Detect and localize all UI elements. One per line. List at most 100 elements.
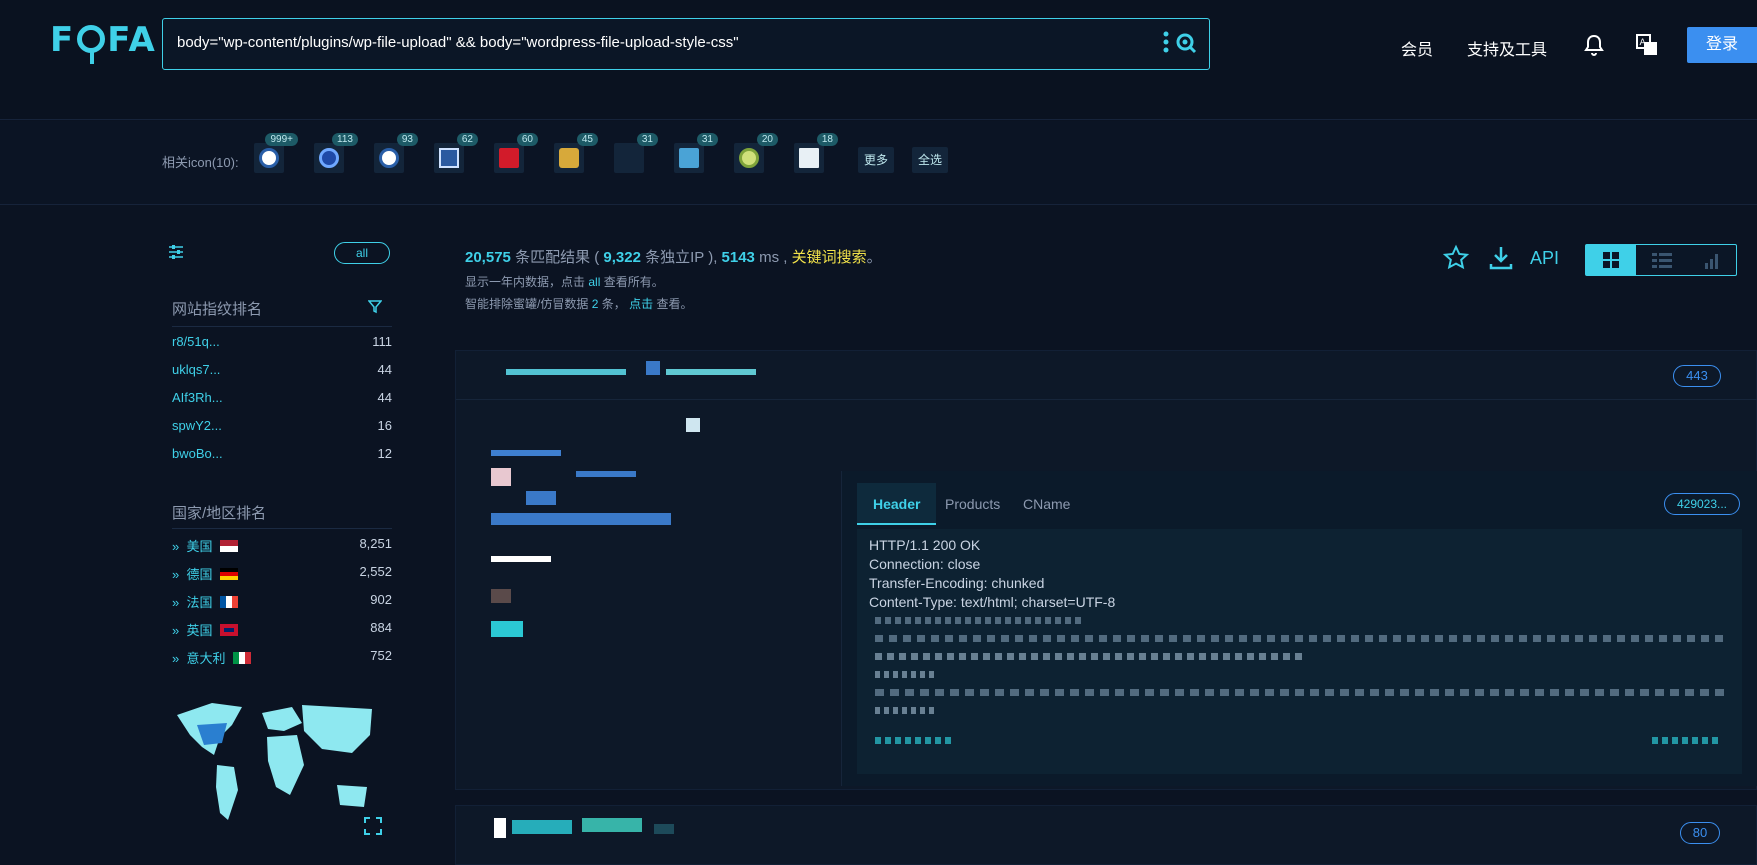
country-name[interactable]: » 德国 — [172, 564, 239, 583]
country-row[interactable]: » 德国 2,552 — [172, 564, 392, 584]
show-all-link[interactable]: all — [588, 275, 600, 289]
download-icon[interactable] — [1487, 244, 1515, 272]
list-view-icon[interactable] — [1637, 245, 1687, 275]
nav-tools[interactable]: 支持及工具 — [1467, 36, 1547, 60]
fullscreen-icon[interactable] — [364, 817, 382, 840]
country-count: 752 — [370, 648, 392, 663]
honeypot-view-link[interactable]: 点击 — [629, 297, 653, 311]
fingerprint-name[interactable]: spwY2... — [172, 418, 222, 433]
chart-view-icon[interactable] — [1687, 245, 1737, 275]
expand-chevron-icon: » — [172, 539, 180, 554]
total-label: 条匹配结果 ( — [515, 249, 600, 266]
login-button[interactable]: 登录 — [1687, 27, 1757, 63]
related-icon-label: 相关icon(10): — [162, 155, 239, 170]
country-count: 2,552 — [359, 564, 392, 579]
expand-chevron-icon: » — [172, 623, 180, 638]
api-button[interactable]: API — [1530, 248, 1559, 269]
fingerprint-name[interactable]: r8/51q... — [172, 334, 220, 349]
year-note: 显示一年内数据，点击 all 查看所有。 — [465, 273, 664, 290]
fingerprint-name[interactable]: AIf3Rh... — [172, 390, 223, 405]
related-icon-3[interactable]: 93 — [374, 133, 418, 173]
translate-icon[interactable]: A — [1635, 33, 1659, 57]
country-name[interactable]: » 美国 — [172, 536, 239, 555]
fingerprint-count: 44 — [377, 390, 392, 405]
fingerprint-row[interactable]: AIf3Rh... 44 — [172, 390, 392, 410]
header-line: Transfer-Encoding: chunked — [869, 575, 1045, 591]
result-card: 443 Header Products CName 429023... HTTP… — [455, 350, 1757, 790]
unique-ip-count: 9,322 — [603, 249, 641, 266]
more-icons-button[interactable]: 更多 — [858, 147, 895, 173]
country-count: 902 — [370, 592, 392, 607]
country-row[interactable]: » 美国 8,251 — [172, 536, 392, 556]
filter-icon[interactable] — [367, 300, 383, 319]
related-icon-9[interactable]: 20 — [734, 133, 778, 173]
country-label: 法国 — [186, 595, 213, 610]
related-icon-7[interactable]: 31 — [614, 133, 658, 173]
related-icon-5[interactable]: 60 — [494, 133, 538, 173]
related-icon-10[interactable]: 18 — [794, 133, 838, 173]
icon-count-badge: 62 — [456, 133, 478, 146]
country-rank-title: 国家/地区排名 — [172, 505, 267, 522]
total-count: 20,575 — [465, 249, 511, 266]
related-icon-6[interactable]: 45 — [554, 133, 598, 173]
fingerprint-row[interactable]: spwY2... 16 — [172, 418, 392, 438]
grid-view-icon[interactable] — [1586, 245, 1636, 275]
sidebar: all 网站指纹排名 r8/51q... 111 uklqs7... 44 AI… — [162, 230, 392, 843]
fingerprint-count: 44 — [377, 362, 392, 377]
search-input[interactable]: body="wp-content/plugins/wp-file-upload"… — [177, 34, 739, 51]
view-toggle — [1585, 244, 1737, 276]
hash-badge[interactable]: 429023... — [1664, 493, 1740, 515]
related-icon-2[interactable]: 113 — [314, 133, 358, 173]
icon-count-badge: 20 — [756, 133, 778, 146]
country-row[interactable]: » 意大利 752 — [172, 648, 392, 668]
tab-cname[interactable]: CName — [1007, 483, 1086, 525]
fingerprint-row[interactable]: uklqs7... 44 — [172, 362, 392, 382]
filter-settings-icon[interactable] — [168, 244, 184, 265]
related-icon-1[interactable]: 999+ — [254, 133, 298, 173]
country-name[interactable]: » 英国 — [172, 620, 239, 639]
fingerprint-count: 111 — [372, 334, 392, 349]
expand-chevron-icon: » — [172, 651, 180, 666]
results-area: 20,575 条匹配结果 ( 9,322 条独立IP ), 5143 ms , … — [455, 230, 1757, 865]
icon-count-badge: 60 — [516, 133, 538, 146]
note-text: 显示一年内数据，点击 — [465, 275, 586, 289]
keyword-search-link[interactable]: 关键词搜索 — [792, 249, 867, 266]
fofa-logo[interactable]: F FA — [50, 20, 157, 64]
star-icon[interactable] — [1442, 244, 1470, 272]
nav-member[interactable]: 会员 — [1401, 36, 1433, 60]
more-options-icon[interactable] — [1163, 31, 1169, 57]
fingerprint-row[interactable]: bwoBo... 12 — [172, 446, 392, 466]
search-icon[interactable] — [1175, 32, 1197, 54]
query-time: 5143 — [721, 249, 755, 266]
country-name[interactable]: » 意大利 — [172, 648, 252, 667]
fingerprint-rank-title: 网站指纹排名 — [172, 301, 263, 318]
ps-icon — [499, 148, 519, 168]
cisco-icon — [799, 148, 819, 168]
bell-icon[interactable] — [1582, 33, 1606, 57]
honeypot-count: 2 — [591, 297, 599, 311]
it-flag-icon — [233, 652, 252, 664]
country-row[interactable]: » 法国 902 — [172, 592, 392, 612]
fingerprint-row[interactable]: r8/51q... 111 — [172, 334, 392, 354]
port-badge[interactable]: 443 — [1673, 365, 1721, 387]
all-filter-pill[interactable]: all — [334, 242, 390, 264]
search-box[interactable]: body="wp-content/plugins/wp-file-upload"… — [162, 18, 1210, 70]
figure-icon — [559, 148, 579, 168]
top-bar: F FA body="wp-content/plugins/wp-file-upl… — [0, 0, 1757, 120]
country-label: 英国 — [186, 623, 213, 638]
country-name[interactable]: » 法国 — [172, 592, 239, 611]
tab-products[interactable]: Products — [929, 483, 1016, 525]
related-icon-4[interactable]: 62 — [434, 133, 478, 173]
related-icon-8[interactable]: 31 — [674, 133, 718, 173]
tab-header[interactable]: Header — [857, 483, 937, 525]
port-badge[interactable]: 80 — [1680, 822, 1720, 844]
fingerprint-name[interactable]: bwoBo... — [172, 446, 223, 461]
fingerprint-name[interactable]: uklqs7... — [172, 362, 220, 377]
icon-count-badge: 113 — [332, 133, 358, 146]
divider — [172, 528, 392, 529]
gear-icon — [679, 148, 699, 168]
world-map[interactable] — [172, 695, 382, 840]
grid-icon — [439, 148, 459, 168]
select-all-button[interactable]: 全选 — [912, 147, 949, 173]
country-row[interactable]: » 英国 884 — [172, 620, 392, 640]
